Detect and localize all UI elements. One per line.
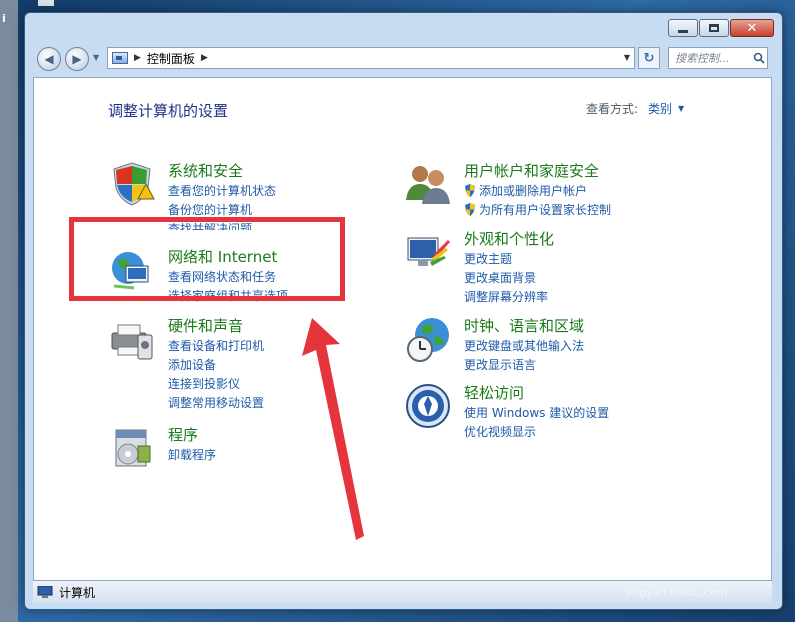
category-title[interactable]: 用户帐户和家庭安全 xyxy=(464,160,599,181)
ease-of-access-icon[interactable] xyxy=(404,382,452,430)
link-text[interactable]: 添加或删除用户帐户 xyxy=(479,184,587,198)
link-mobility-settings[interactable]: 调整常用移动设置 xyxy=(168,394,264,411)
link-desktop-background[interactable]: 更改桌面背景 xyxy=(464,269,536,286)
category-programs: 程序 卸载程序 xyxy=(108,424,348,474)
breadcrumb-separator-icon[interactable]: ▶ xyxy=(134,53,141,63)
link-optimize-video[interactable]: 优化视频显示 xyxy=(464,423,536,440)
link-uninstall[interactable]: 卸载程序 xyxy=(168,446,216,463)
category-title[interactable]: 系统和安全 xyxy=(168,160,243,181)
category-hardware-sound: 硬件和声音 查看设备和打印机 添加设备 连接到投影仪 调整常用移动设置 xyxy=(108,315,348,411)
annotation-highlight-box xyxy=(69,217,345,301)
search-box[interactable]: 搜索控制... xyxy=(668,47,768,69)
uac-shield-icon xyxy=(465,203,475,216)
control-panel-window: ✕ ◀ ▶ ▼ ▶ 控制面板 ▶ ▼ ↻ 搜索控制... 调整计算机的设置 查看… xyxy=(24,12,783,610)
link-screen-resolution[interactable]: 调整屏幕分辨率 xyxy=(464,288,548,305)
category-ease-of-access: 轻松访问 使用 Windows 建议的设置 优化视频显示 xyxy=(404,382,664,442)
category-clock-region: 时钟、语言和区域 更改键盘或其他输入法 更改显示语言 xyxy=(404,315,664,375)
close-button[interactable]: ✕ xyxy=(730,19,774,37)
category-title[interactable]: 时钟、语言和区域 xyxy=(464,315,584,336)
link-projector[interactable]: 连接到投影仪 xyxy=(168,375,240,392)
link-add-device[interactable]: 添加设备 xyxy=(168,356,216,373)
forward-arrow-icon: ▶ xyxy=(72,52,82,66)
category-title[interactable]: 程序 xyxy=(168,424,198,445)
view-by-label: 查看方式: xyxy=(586,102,639,116)
category-user-accounts: 用户帐户和家庭安全 添加或删除用户帐户 为所有用户设置家长控制 xyxy=(404,160,664,220)
programs-icon[interactable] xyxy=(108,424,156,472)
link-input-methods[interactable]: 更改键盘或其他输入法 xyxy=(464,337,584,354)
forward-button[interactable]: ▶ xyxy=(65,47,89,71)
desktop-edge-text: i xyxy=(2,12,6,25)
link-display-language[interactable]: 更改显示语言 xyxy=(464,356,536,373)
appearance-icon[interactable] xyxy=(404,228,452,276)
status-text: 计算机 xyxy=(59,585,96,600)
watermark-sub: jingyan.baidu.com xyxy=(626,586,728,599)
category-title[interactable]: 外观和个性化 xyxy=(464,228,554,249)
link-parental-controls[interactable]: 为所有用户设置家长控制 xyxy=(464,201,611,218)
link-add-remove-accounts[interactable]: 添加或删除用户帐户 xyxy=(464,182,587,199)
control-panel-icon xyxy=(112,52,128,64)
address-dropdown-icon[interactable]: ▼ xyxy=(624,53,630,62)
uac-shield-icon xyxy=(465,184,475,197)
maximize-button[interactable] xyxy=(699,19,729,37)
breadcrumb-separator-icon[interactable]: ▶ xyxy=(201,53,208,63)
view-by-value[interactable]: 类别 xyxy=(648,100,672,117)
refresh-button[interactable]: ↻ xyxy=(638,47,660,69)
search-input[interactable]: 搜索控制... xyxy=(669,50,751,66)
category-title[interactable]: 硬件和声音 xyxy=(168,315,243,336)
desktop-icon-edge xyxy=(38,0,54,6)
minimize-button[interactable] xyxy=(668,19,698,37)
link-devices-printers[interactable]: 查看设备和打印机 xyxy=(168,337,264,354)
page-title: 调整计算机的设置 xyxy=(108,102,229,120)
users-icon[interactable] xyxy=(404,160,452,208)
search-icon[interactable] xyxy=(751,50,767,66)
breadcrumb-control-panel[interactable]: 控制面板 xyxy=(147,50,195,67)
recent-pages-dropdown-icon[interactable]: ▼ xyxy=(93,53,99,62)
baidu-watermark: Baidu 经验 jingyan.baidu.com xyxy=(612,548,787,608)
category-title[interactable]: 轻松访问 xyxy=(464,382,524,403)
back-button[interactable]: ◀ xyxy=(37,47,61,71)
shield-icon[interactable] xyxy=(108,160,156,208)
printer-icon[interactable] xyxy=(108,315,156,363)
view-by-dropdown[interactable]: 类别 ▼ xyxy=(648,100,684,117)
content-pane: 调整计算机的设置 查看方式: 类别 ▼ 系统和安全 查看您的计算机状态 备份您的… xyxy=(33,77,772,581)
link-check-status[interactable]: 查看您的计算机状态 xyxy=(168,182,276,199)
chevron-down-icon[interactable]: ▼ xyxy=(678,104,684,113)
clock-globe-icon[interactable] xyxy=(404,315,452,363)
desktop-edge xyxy=(0,0,18,622)
close-icon: ✕ xyxy=(746,20,758,36)
link-backup[interactable]: 备份您的计算机 xyxy=(168,201,252,218)
navigation-bar: ◀ ▶ ▼ ▶ 控制面板 ▶ ▼ ↻ 搜索控制... xyxy=(25,43,782,79)
caption-buttons: ✕ xyxy=(667,19,774,37)
computer-icon xyxy=(37,586,53,598)
category-appearance: 外观和个性化 更改主题 更改桌面背景 调整屏幕分辨率 xyxy=(404,228,664,306)
link-recommended-settings[interactable]: 使用 Windows 建议的设置 xyxy=(464,404,609,421)
back-arrow-icon: ◀ xyxy=(44,52,54,66)
maximize-icon xyxy=(709,24,719,32)
address-bar[interactable]: ▶ 控制面板 ▶ ▼ xyxy=(107,47,635,69)
link-change-theme[interactable]: 更改主题 xyxy=(464,250,512,267)
refresh-icon: ↻ xyxy=(643,50,655,66)
link-text[interactable]: 为所有用户设置家长控制 xyxy=(479,203,611,217)
watermark-main: Baidu 经验 xyxy=(612,554,765,584)
title-bar[interactable]: ✕ xyxy=(25,13,782,43)
minimize-icon xyxy=(678,29,688,33)
